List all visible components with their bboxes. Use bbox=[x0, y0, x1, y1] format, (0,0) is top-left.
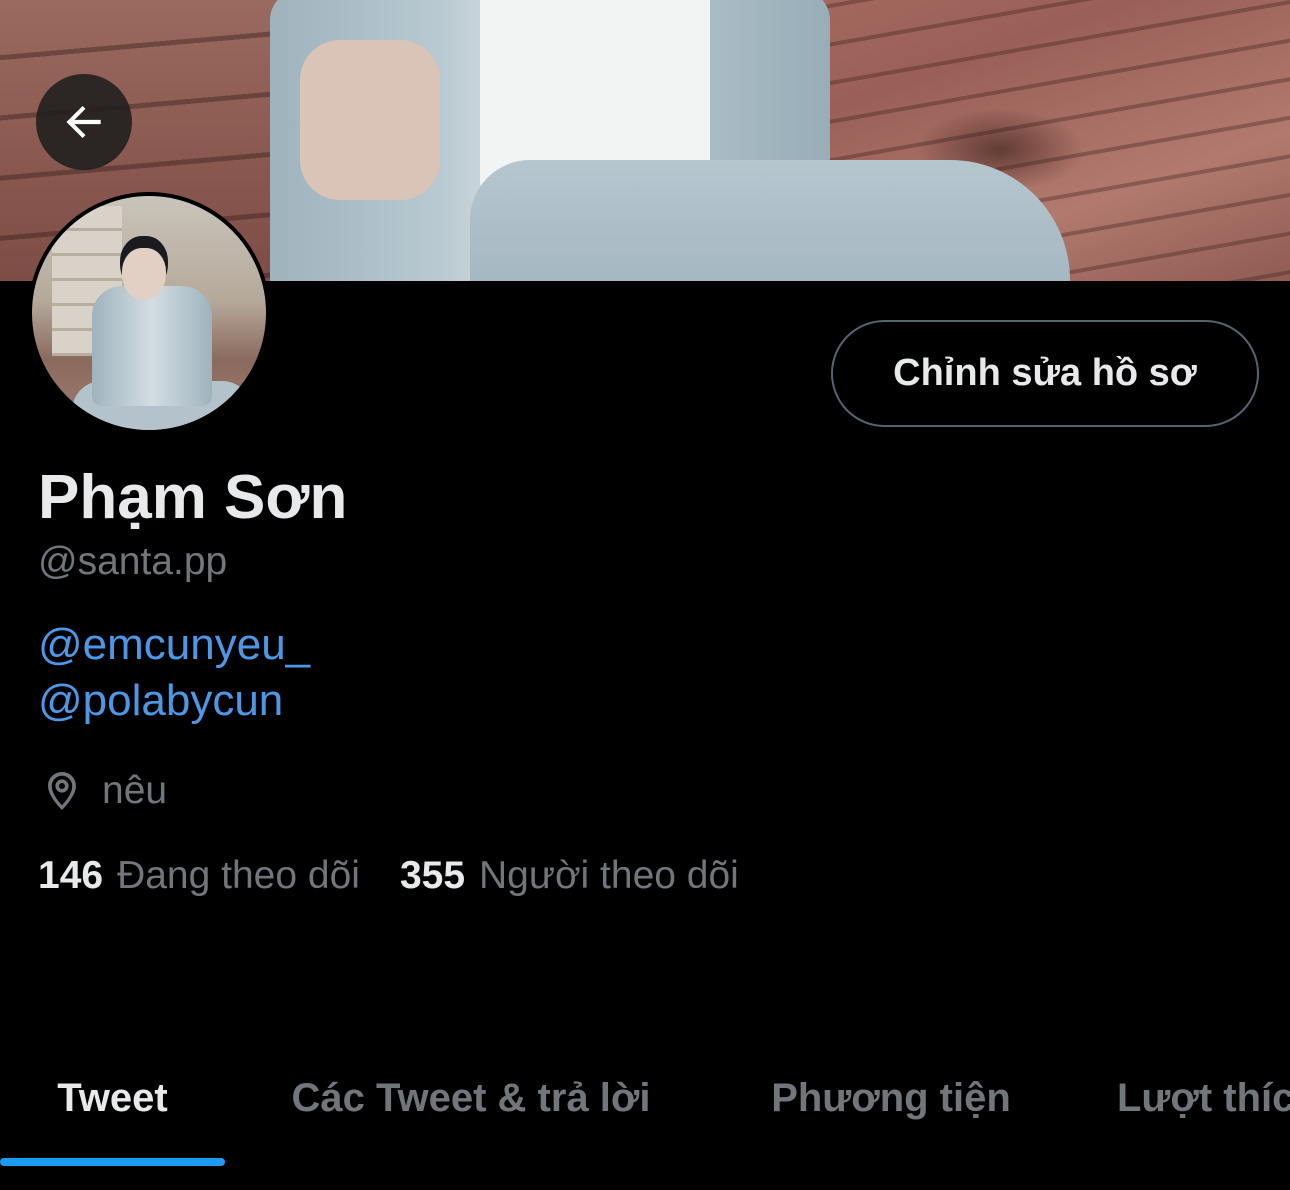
active-tab-indicator bbox=[0, 1158, 225, 1166]
followers-stat[interactable]: 355 Người theo dõi bbox=[400, 854, 739, 898]
location-pin-icon bbox=[48, 772, 76, 810]
edit-profile-button[interactable]: Chỉnh sửa hồ sơ bbox=[831, 320, 1259, 427]
following-label: Đang theo dõi bbox=[117, 854, 360, 897]
avatar-person-body bbox=[92, 286, 212, 406]
following-count: 146 bbox=[38, 854, 104, 897]
arrow-left-icon bbox=[66, 105, 101, 139]
followers-label: Người theo dõi bbox=[479, 854, 739, 897]
avatar-person-head bbox=[122, 248, 166, 300]
profile-avatar[interactable] bbox=[28, 192, 270, 434]
bio-mention-link[interactable]: @polabycun bbox=[38, 673, 310, 729]
following-stat[interactable]: 146 Đang theo dõi bbox=[38, 854, 360, 898]
profile-tabs: Tweet Các Tweet & trả lời Phương tiện Lư… bbox=[0, 1030, 1290, 1166]
tab-media[interactable]: Phương tiện bbox=[717, 1030, 1065, 1166]
tab-tweets[interactable]: Tweet bbox=[0, 1030, 225, 1166]
back-button[interactable] bbox=[36, 74, 132, 170]
banner-photo-arm bbox=[300, 40, 440, 200]
follow-stats: 146 Đang theo dõi 355 Người theo dõi bbox=[38, 854, 739, 898]
followers-count: 355 bbox=[399, 854, 466, 897]
bio-mention-link[interactable]: @emcunyeu_ bbox=[38, 617, 310, 673]
banner-photo-jeans bbox=[470, 160, 1070, 281]
tab-tweets-and-replies[interactable]: Các Tweet & trả lời bbox=[225, 1030, 717, 1166]
tab-likes[interactable]: Lượt thích bbox=[1065, 1030, 1290, 1166]
username-handle: @santa.pp bbox=[38, 540, 228, 583]
location-text: nêu bbox=[102, 769, 168, 812]
display-name: Phạm Sơn bbox=[38, 463, 348, 532]
profile-location: nêu bbox=[38, 764, 167, 818]
profile-bio: @emcunyeu_ @polabycun bbox=[38, 617, 310, 729]
